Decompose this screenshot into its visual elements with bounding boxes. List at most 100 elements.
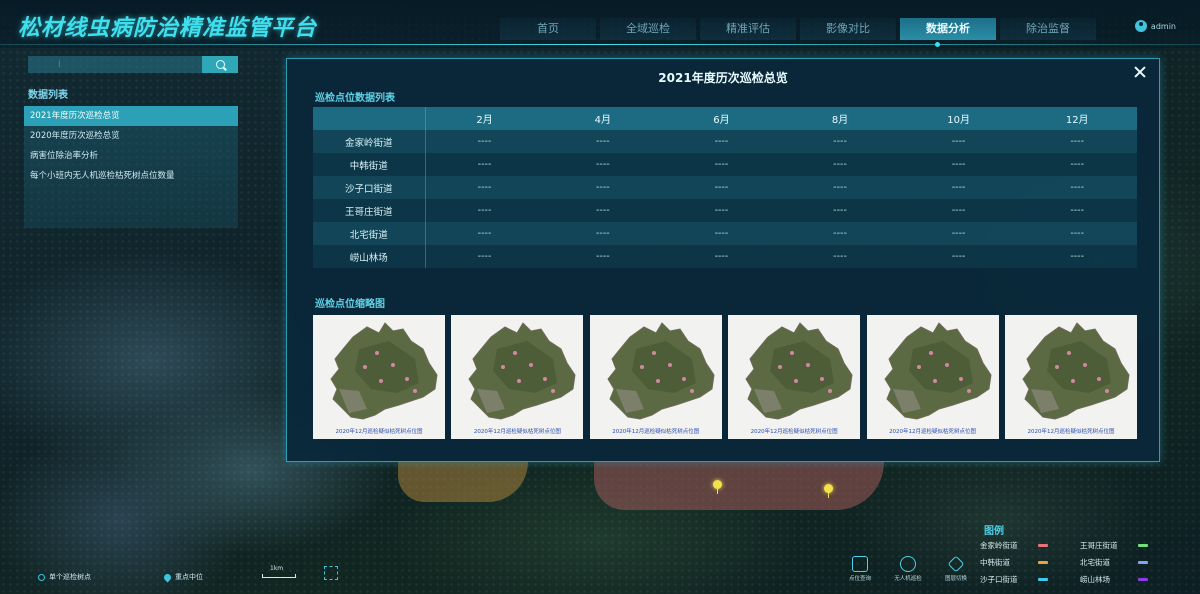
table-cell-value: ---- (662, 222, 781, 245)
dialog-title: 2021年度历次巡检总览 (658, 71, 788, 85)
thumbnail-caption: 2020年12月巡检疑似枯死树点位图 (750, 429, 838, 435)
search-button[interactable] (202, 56, 238, 73)
table-header-month: 8月 (780, 107, 900, 130)
table-cell-value: ---- (543, 222, 663, 245)
table-row: 北宅街道 ---- ---- ---- ---- ---- ---- (313, 222, 1137, 245)
fullscreen-icon[interactable] (324, 566, 338, 580)
legend-swatch (1038, 561, 1048, 564)
table-cell-value: ---- (1017, 199, 1137, 222)
table-header-month: 4月 (543, 107, 663, 130)
scale-label: 1km (270, 565, 284, 572)
table-cell-value: ---- (1017, 130, 1137, 153)
locate-button[interactable]: 重点中位 (162, 572, 203, 582)
point-toggle[interactable]: 单个巡检树点 (38, 572, 91, 582)
table-cell-value: ---- (425, 199, 544, 222)
table-cell-value: ---- (1017, 176, 1137, 199)
legend-label: 中韩街道 (980, 558, 1010, 567)
app-title: 松材线虫病防治精准监管平台 (18, 16, 318, 41)
tool-label: 图层切换 (944, 576, 967, 582)
legend-swatch (1138, 578, 1148, 581)
nav-item-supervision[interactable]: 除治监督 (1000, 18, 1096, 40)
nav-item-evaluation[interactable]: 精准评估 (700, 18, 796, 40)
data-list: 2021年度历次巡检总览 2020年度历次巡检总览 病害位除治率分析 每个小班内… (24, 106, 238, 228)
table-cell-value: ---- (899, 245, 1018, 268)
user-menu[interactable]: admin (1134, 20, 1176, 32)
table-cell-value: ---- (1017, 222, 1137, 245)
table-header-month: 10月 (899, 107, 1018, 130)
legend-item: 沙子口街道 (980, 574, 1080, 585)
thumbnail-map[interactable]: 2020年12月巡检疑似枯死树点位图 (728, 315, 861, 439)
table-row: 王哥庄街道 ---- ---- ---- ---- ---- ---- (313, 199, 1137, 222)
table-cell-value: ---- (543, 245, 663, 268)
close-icon[interactable] (1133, 65, 1147, 79)
legend-swatch (1038, 578, 1048, 581)
row-district-name: 王哥庄街道 (313, 199, 426, 222)
legend-label: 崂山林场 (1080, 575, 1110, 584)
table-cell-value: ---- (662, 176, 781, 199)
table-cell-value: ---- (899, 176, 1018, 199)
map-thumbnail-image (607, 322, 715, 420)
table-cell-value: ---- (1017, 153, 1137, 176)
layer-switch-button[interactable]: 图层切换 (932, 555, 980, 582)
thumbnail-map[interactable]: 2020年12月巡检疑似枯死树点位图 (866, 315, 999, 439)
thumbnail-map[interactable]: 2020年12月巡检疑似枯死树点位图 (1004, 315, 1137, 439)
legend-label: 王哥庄街道 (1080, 541, 1118, 550)
table-header-month: 12月 (1017, 107, 1137, 130)
table-cell-value: ---- (662, 130, 781, 153)
point-toggle-label: 单个巡检树点 (49, 573, 91, 581)
map-pin-icon[interactable] (824, 484, 833, 498)
table-cell-value: ---- (662, 153, 781, 176)
thumbnail-caption: 2020年12月巡检疑似枯死树点位图 (473, 429, 561, 435)
patrol-data-table: 2月 4月 6月 8月 10月 12月 金家岭街道 ---- ---- ---- ---… (313, 107, 1137, 268)
table-header-blank (313, 107, 426, 130)
map-pin-icon[interactable] (713, 480, 722, 494)
table-cell-value: ---- (780, 176, 900, 199)
list-item-removal-rate[interactable]: 病害位除治率分析 (24, 146, 238, 166)
list-item-2020-overview[interactable]: 2020年度历次巡检总览 (24, 126, 238, 146)
legend-label: 北宅街道 (1080, 558, 1110, 567)
thumbnail-caption: 2020年12月巡检疑似枯死树点位图 (335, 429, 423, 435)
table-cell-value: ---- (780, 130, 900, 153)
list-item-2021-overview[interactable]: 2021年度历次巡检总览 (24, 106, 238, 126)
thumbnail-map[interactable]: 2020年12月巡检疑似枯死树点位图 (589, 315, 722, 439)
username: admin (1150, 21, 1176, 31)
nav-item-image-compare[interactable]: 影像对比 (800, 18, 896, 40)
table-cell-value: ---- (543, 153, 663, 176)
table-cell-value: ---- (1017, 245, 1137, 268)
legend-item: 王哥庄街道 (1080, 540, 1180, 551)
point-query-button[interactable]: 点位查询 (836, 556, 884, 582)
thumbnail-map[interactable]: 2020年12月巡检疑似枯死树点位图 (451, 315, 584, 439)
table-cell-value: ---- (662, 245, 781, 268)
list-item-drone-count[interactable]: 每个小班内无人机巡检枯死树点位数量 (24, 166, 238, 186)
nav-item-home[interactable]: 首页 (500, 18, 596, 40)
table-cell-value: ---- (543, 130, 663, 153)
point-icon (38, 573, 45, 581)
table-cell-value: ---- (780, 153, 900, 176)
map-zone-zhonghan[interactable] (398, 462, 528, 502)
thumbnail-strip: 2020年12月巡检疑似枯死树点位图 2020年12月巡检疑似枯死树点位图 2020… (313, 315, 1137, 439)
legend-item: 崂山林场 (1080, 574, 1180, 585)
nav-item-data-analysis[interactable]: 数据分析 (900, 18, 996, 40)
table-header-month: 2月 (425, 107, 544, 130)
map-legend: 金家岭街道 王哥庄街道 中韩街道 北宅街道 沙子口街道 崂山林场 (980, 540, 1180, 585)
drone-patrol-button[interactable]: 无人机巡检 (884, 556, 932, 582)
thumbnail-section-title: 巡检点位缩略图 (315, 299, 385, 310)
search-input[interactable] (28, 56, 202, 73)
table-cell-value: ---- (899, 222, 1018, 245)
user-avatar-icon (1134, 20, 1147, 32)
table-cell-value: ---- (780, 245, 900, 268)
tool-label: 无人机巡检 (894, 576, 922, 582)
map-zone-jinjialing[interactable] (594, 462, 884, 510)
nav-item-patrol[interactable]: 全域巡检 (600, 18, 696, 40)
table-cell-value: ---- (899, 153, 1018, 176)
thumbnail-caption: 2020年12月巡检疑似枯死树点位图 (612, 429, 700, 435)
locate-label: 重点中位 (175, 573, 203, 581)
table-row: 金家岭街道 ---- ---- ---- ---- ---- ---- (313, 130, 1137, 153)
tool-label: 点位查询 (848, 576, 871, 582)
table-row: 崂山林场 ---- ---- ---- ---- ---- ---- (313, 245, 1137, 268)
map-toolbar: 点位查询 无人机巡检 图层切换 (836, 555, 980, 582)
map-thumbnail-image (745, 322, 853, 420)
top-nav: 首页 全域巡检 精准评估 影像对比 数据分析 除治监督 (500, 18, 1100, 40)
thumbnail-map[interactable]: 2020年12月巡检疑似枯死树点位图 (313, 315, 445, 439)
table-cell-value: ---- (425, 130, 544, 153)
